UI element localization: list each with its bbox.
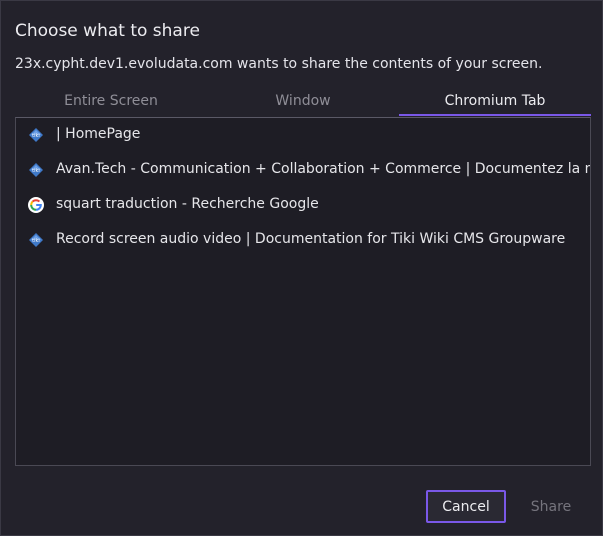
dialog-title: Choose what to share: [15, 21, 200, 41]
list-item-label: | HomePage: [56, 126, 141, 142]
list-item[interactable]: squart traduction - Recherche Google: [16, 188, 590, 223]
tiki-icon: tiki: [29, 128, 43, 142]
tab-entire-screen[interactable]: Entire Screen: [15, 88, 207, 116]
tab-window[interactable]: Window: [207, 88, 399, 116]
google-icon: [28, 197, 44, 213]
svg-text:tiki: tiki: [32, 133, 40, 139]
tab-list: tiki | HomePage tiki Avan.Tech - Communi…: [15, 117, 591, 466]
svg-text:tiki: tiki: [32, 168, 40, 174]
share-dialog: Choose what to share 23x.cypht.dev1.evol…: [0, 0, 603, 536]
list-item-label: Avan.Tech - Communication + Collaboratio…: [56, 161, 591, 177]
list-item[interactable]: tiki Record screen audio video | Documen…: [16, 223, 590, 258]
list-item[interactable]: tiki | HomePage: [16, 118, 590, 153]
tiki-icon: tiki: [29, 163, 43, 177]
cancel-button[interactable]: Cancel: [426, 490, 506, 523]
tab-chromium-tab[interactable]: Chromium Tab: [399, 88, 591, 116]
svg-text:tiki: tiki: [32, 238, 40, 244]
list-item[interactable]: tiki Avan.Tech - Communication + Collabo…: [16, 153, 590, 188]
source-tabs: Entire Screen Window Chromium Tab: [15, 88, 591, 116]
share-button[interactable]: Share: [511, 490, 591, 523]
list-item-label: Record screen audio video | Documentatio…: [56, 231, 566, 247]
list-item-label: squart traduction - Recherche Google: [56, 196, 319, 212]
tiki-icon: tiki: [29, 233, 43, 247]
dialog-subtitle: 23x.cypht.dev1.evoludata.com wants to sh…: [15, 56, 543, 72]
